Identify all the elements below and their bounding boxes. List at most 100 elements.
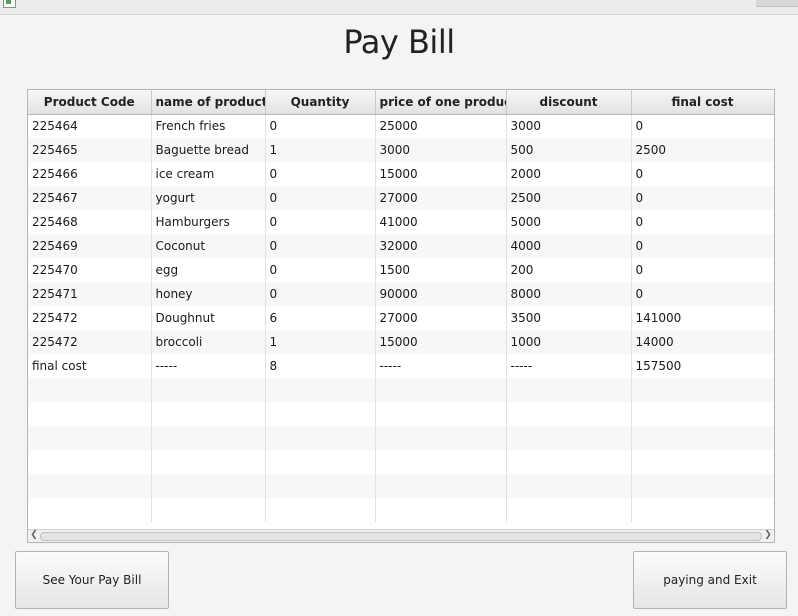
table-cell: 0 <box>631 282 774 306</box>
table-row[interactable]: 225464 French fries 0 25000 3000 0 <box>28 114 774 138</box>
table-cell: 1 <box>265 138 376 162</box>
empty-table-row <box>28 378 774 402</box>
empty-table-cell <box>631 402 774 426</box>
app-icon <box>3 0 16 8</box>
empty-table-row <box>28 498 774 522</box>
empty-table-cell <box>151 450 266 474</box>
table-cell: 225468 <box>28 210 152 234</box>
empty-table-cell <box>631 450 774 474</box>
table-cell: 0 <box>631 210 774 234</box>
table-cell: 3000 <box>506 114 632 138</box>
empty-table-cell <box>631 498 774 522</box>
empty-table-cell <box>265 450 376 474</box>
empty-table-cell <box>28 450 152 474</box>
empty-table-cell <box>506 426 632 450</box>
table-cell: 41000 <box>375 210 507 234</box>
scrollbar-thumb[interactable] <box>40 532 762 541</box>
column-header-name-of-product[interactable]: name of product <box>151 90 266 115</box>
table-row[interactable]: 225465 Baguette bread 1 3000 500 2500 <box>28 138 774 162</box>
table-cell: 1 <box>265 330 376 354</box>
table-cell: 14000 <box>631 330 774 354</box>
empty-table-cell <box>631 474 774 498</box>
table-cell: 15000 <box>375 330 507 354</box>
empty-table-cell <box>265 498 376 522</box>
empty-table-cell <box>265 426 376 450</box>
empty-table-cell <box>28 498 152 522</box>
table-cell: ----- <box>506 354 632 378</box>
table-row[interactable]: 225471 honey 0 90000 8000 0 <box>28 282 774 306</box>
table-cell: 4000 <box>506 234 632 258</box>
empty-table-row <box>28 402 774 426</box>
table-cell: 5000 <box>506 210 632 234</box>
bill-table[interactable]: Product Code name of product Quantity pr… <box>27 89 775 543</box>
table-row[interactable]: final cost ----- 8 ----- ----- 157500 <box>28 354 774 378</box>
table-cell: 500 <box>506 138 632 162</box>
table-cell: 1500 <box>375 258 507 282</box>
table-cell: 225469 <box>28 234 152 258</box>
table-cell: 2500 <box>506 186 632 210</box>
table-row[interactable]: 225469 Coconut 0 32000 4000 0 <box>28 234 774 258</box>
table-cell: 0 <box>265 162 376 186</box>
table-cell: honey <box>151 282 266 306</box>
table-cell: 0 <box>631 162 774 186</box>
table-cell: 200 <box>506 258 632 282</box>
page-title: Pay Bill <box>343 23 455 61</box>
empty-table-cell <box>506 474 632 498</box>
table-cell: Hamburgers <box>151 210 266 234</box>
table-cell: 0 <box>631 114 774 138</box>
table-cell: final cost <box>28 354 152 378</box>
table-row[interactable]: 225466 ice cream 0 15000 2000 0 <box>28 162 774 186</box>
empty-table-row <box>28 474 774 498</box>
column-header-final-cost[interactable]: final cost <box>631 90 774 115</box>
table-cell: 141000 <box>631 306 774 330</box>
table-cell: ice cream <box>151 162 266 186</box>
column-header-product-code[interactable]: Product Code <box>28 90 152 115</box>
table-cell: ----- <box>375 354 507 378</box>
table-cell: broccoli <box>151 330 266 354</box>
empty-table-cell <box>151 426 266 450</box>
column-header-quantity[interactable]: Quantity <box>265 90 376 115</box>
table-cell: French fries <box>151 114 266 138</box>
table-row[interactable]: 225468 Hamburgers 0 41000 5000 0 <box>28 210 774 234</box>
table-cell: 225472 <box>28 330 152 354</box>
table-cell: Coconut <box>151 234 266 258</box>
empty-table-cell <box>28 426 152 450</box>
empty-table-cell <box>28 474 152 498</box>
paying-and-exit-button[interactable]: paying and Exit <box>633 551 787 609</box>
scroll-right-icon[interactable]: ❯ <box>763 530 773 541</box>
table-cell: 157500 <box>631 354 774 378</box>
table-cell: 27000 <box>375 306 507 330</box>
table-row[interactable]: 225472 broccoli 1 15000 1000 14000 <box>28 330 774 354</box>
table-cell: 0 <box>265 114 376 138</box>
table-cell: 0 <box>631 186 774 210</box>
table-cell: 32000 <box>375 234 507 258</box>
table-cell: 0 <box>265 210 376 234</box>
column-header-price-of-one-product[interactable]: price of one product <box>375 90 507 115</box>
empty-table-cell <box>375 426 507 450</box>
table-cell: ----- <box>151 354 266 378</box>
empty-table-cell <box>28 378 152 402</box>
empty-table-cell <box>28 402 152 426</box>
empty-table-cell <box>506 450 632 474</box>
empty-table-cell <box>265 402 376 426</box>
table-cell: 8000 <box>506 282 632 306</box>
table-row[interactable]: 225470 egg 0 1500 200 0 <box>28 258 774 282</box>
scroll-left-icon[interactable]: ❮ <box>29 530 39 541</box>
empty-table-cell <box>265 474 376 498</box>
close-button[interactable] <box>756 0 798 7</box>
empty-table-cell <box>506 402 632 426</box>
column-header-discount[interactable]: discount <box>506 90 632 115</box>
table-cell: egg <box>151 258 266 282</box>
table-row[interactable]: 225472 Doughnut 6 27000 3500 141000 <box>28 306 774 330</box>
table-cell: 3500 <box>506 306 632 330</box>
empty-table-row <box>28 426 774 450</box>
table-cell: 25000 <box>375 114 507 138</box>
table-cell: 0 <box>265 258 376 282</box>
table-cell: yogurt <box>151 186 266 210</box>
table-header-row: Product Code name of product Quantity pr… <box>28 90 774 115</box>
table-cell: 0 <box>631 234 774 258</box>
see-your-pay-bill-button[interactable]: See Your Pay Bill <box>15 551 169 609</box>
empty-table-cell <box>151 402 266 426</box>
table-row[interactable]: 225467 yogurt 0 27000 2500 0 <box>28 186 774 210</box>
horizontal-scrollbar[interactable]: ❮ ❯ <box>28 529 774 542</box>
